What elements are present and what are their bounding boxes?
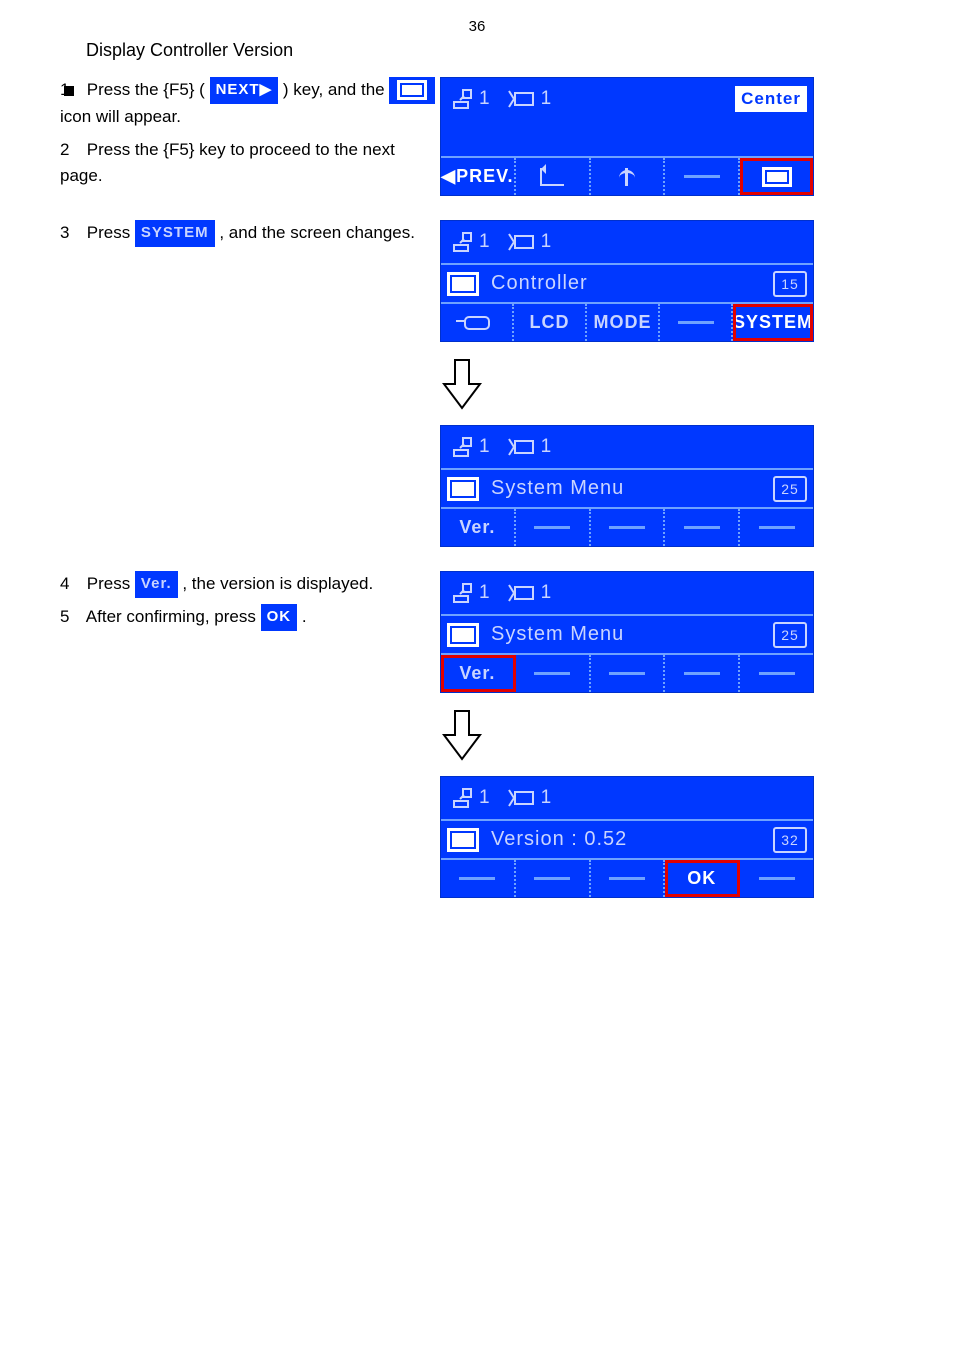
device-a-icon: 1 [451, 787, 491, 809]
return-softkey[interactable] [516, 158, 591, 195]
lcd-screen-4: 1 1 System Menu 25 Ver. [440, 571, 814, 693]
empty-softkey [591, 655, 666, 692]
empty-softkey [591, 860, 666, 897]
empty-softkey [660, 304, 733, 341]
empty-softkey [740, 509, 813, 546]
lcd-softkey[interactable]: LCD [514, 304, 587, 341]
monitor-icon [447, 828, 479, 852]
screen-title: System Menu [491, 477, 765, 500]
device-b-icon: 1 [507, 231, 553, 253]
return-icon [540, 168, 564, 186]
ver-softkey[interactable]: Ver. [441, 655, 516, 692]
empty-softkey [740, 655, 813, 692]
controller-softkey[interactable] [740, 158, 813, 195]
lcd-screen-5: 1 1 Version : 0.52 32 [440, 776, 814, 898]
device-a-icon: 1 [451, 436, 491, 458]
screen-code: 25 [773, 476, 807, 502]
monitor-icon [762, 167, 792, 187]
monitor-icon [447, 477, 479, 501]
device-a-icon: 1 [451, 582, 491, 604]
arrow-down-icon [440, 709, 484, 761]
device-b-icon: 1 [507, 88, 553, 110]
system-softkey[interactable]: SYSTEM [733, 304, 813, 341]
screen-title: System Menu [491, 623, 765, 646]
arrow-down-icon [440, 358, 484, 410]
empty-softkey [665, 655, 740, 692]
lcd-screen-2: 1 1 Controller 15 LCD M [440, 220, 814, 342]
step-text: 1 Press the {F5} ( NEXT▶ ) key, and the … [60, 77, 440, 188]
center-tag: Center [735, 86, 807, 112]
screen-code: 32 [773, 827, 807, 853]
monitor-chip [389, 77, 435, 104]
empty-softkey [516, 655, 591, 692]
section-bullet [64, 86, 74, 96]
empty-softkey [591, 509, 666, 546]
screen-code: 15 [773, 271, 807, 297]
lcd-screen-3: 1 1 System Menu 25 Ver. [440, 425, 814, 547]
prev-softkey[interactable]: ◀PREV. [441, 158, 516, 195]
empty-softkey [441, 860, 516, 897]
monitor-icon [447, 623, 479, 647]
ok-chip: OK [261, 604, 298, 631]
step-text: 3 Press SYSTEM , and the screen changes. [60, 220, 440, 247]
monitor-icon [447, 272, 479, 296]
device-b-icon: 1 [507, 582, 553, 604]
device-b-icon: 1 [507, 436, 553, 458]
lcd-screen-1: 1 1 Center ◀PREV. [440, 77, 814, 196]
mode-softkey[interactable]: MODE [587, 304, 660, 341]
ver-softkey[interactable]: Ver. [441, 509, 516, 546]
key-icon [464, 316, 490, 330]
device-a-icon: 1 [451, 88, 491, 110]
plant-softkey[interactable] [591, 158, 666, 195]
plant-icon [617, 168, 637, 186]
empty-softkey [740, 860, 813, 897]
monitor-icon [397, 80, 427, 100]
next-chip: NEXT▶ [210, 77, 279, 104]
empty-softkey [516, 860, 591, 897]
key-softkey[interactable] [441, 304, 514, 341]
system-chip: SYSTEM [135, 220, 215, 247]
section-title: Display Controller Version [86, 40, 894, 61]
step-text: 4 Press Ver. , the version is displayed.… [60, 571, 440, 631]
empty-softkey [516, 509, 591, 546]
screen-title: Controller [491, 272, 765, 295]
device-a-icon: 1 [451, 231, 491, 253]
version-title: Version : 0.52 [491, 828, 765, 851]
ok-softkey[interactable]: OK [665, 860, 740, 897]
screen-code: 25 [773, 622, 807, 648]
empty-softkey [665, 509, 740, 546]
ver-chip: Ver. [135, 571, 178, 598]
device-b-icon: 1 [507, 787, 553, 809]
empty-softkey [665, 158, 740, 195]
page-number: 36 [469, 18, 486, 35]
